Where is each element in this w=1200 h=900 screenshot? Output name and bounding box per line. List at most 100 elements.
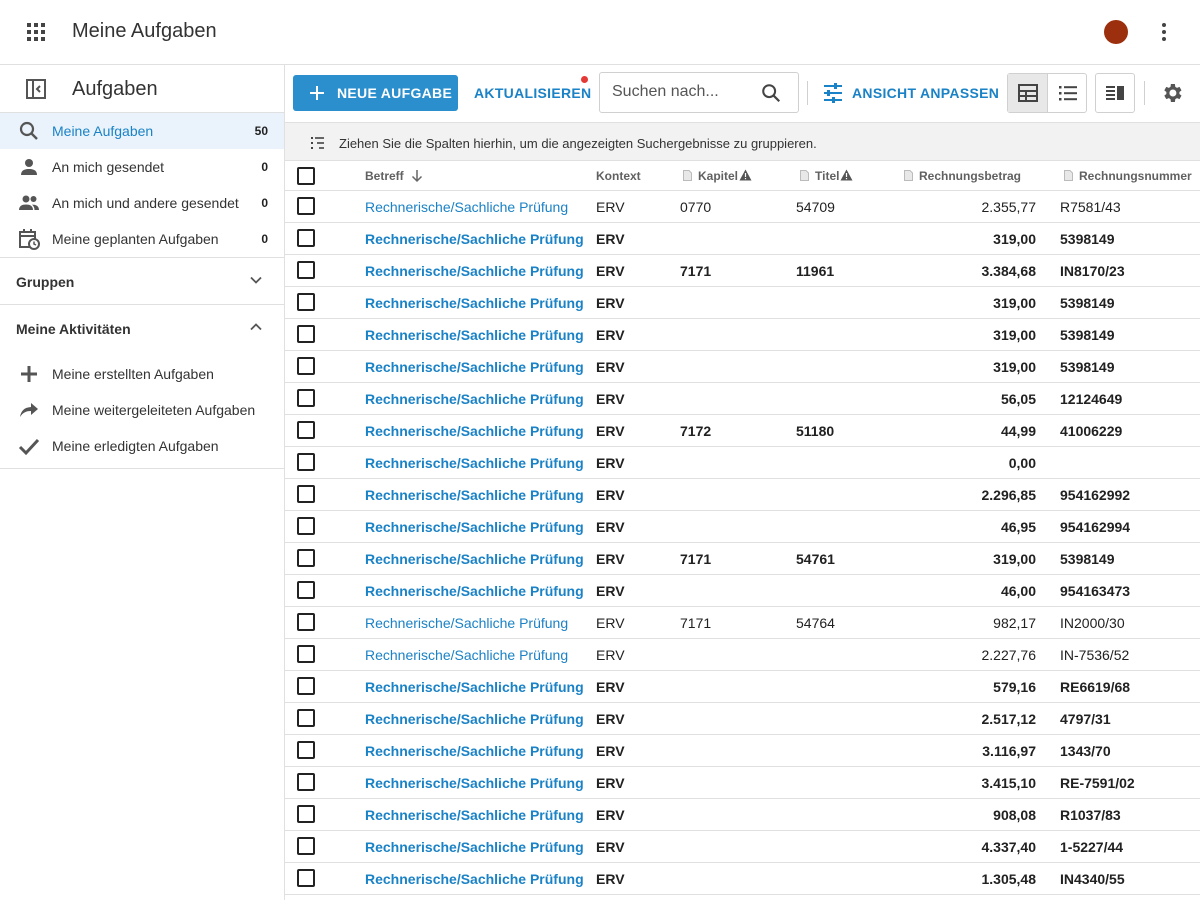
table-row[interactable]: Rechnerische/Sachliche Prüfung ERV 319,00 5…: [285, 287, 1200, 319]
sidebar-item-erstellte-aufgaben[interactable]: Meine erstellten Aufgaben: [0, 356, 284, 392]
table-row[interactable]: Rechnerische/Sachliche Prüfung ERV 319,00 5…: [285, 223, 1200, 255]
column-header-betreff[interactable]: Betreff: [365, 169, 424, 183]
row-checkbox[interactable]: [297, 325, 315, 343]
row-checkbox[interactable]: [297, 869, 315, 887]
column-header-rechnungsnummer[interactable]: Rechnungsnummer: [1064, 169, 1192, 183]
cell-betreff[interactable]: Rechnerische/Sachliche Prüfung: [365, 231, 584, 247]
sidebar-item-weitergeleitete-aufgaben[interactable]: Meine weitergeleiteten Aufgaben: [0, 392, 284, 428]
table-row[interactable]: Rechnerische/Sachliche Prüfung ERV 7171 547…: [285, 607, 1200, 639]
row-checkbox[interactable]: [297, 837, 315, 855]
sidebar-collapse-icon[interactable]: [24, 77, 48, 101]
more-vert-icon[interactable]: [1152, 20, 1176, 44]
cell-betreff[interactable]: Rechnerische/Sachliche Prüfung: [365, 807, 584, 823]
cell-rechnungsnummer: 954162994: [1060, 519, 1131, 535]
reading-pane-button[interactable]: [1095, 73, 1135, 113]
table-row[interactable]: Rechnerische/Sachliche Prüfung ERV 3.116,9…: [285, 735, 1200, 767]
avatar[interactable]: [1104, 20, 1128, 44]
cell-rechnungsnummer: 5398149: [1060, 295, 1115, 311]
list-view-button[interactable]: [1048, 74, 1087, 112]
sidebar-item-geplante-aufgaben[interactable]: Meine geplanten Aufgaben 0: [0, 221, 284, 257]
activities-section-toggle[interactable]: Meine Aktivitäten: [0, 305, 284, 352]
cell-betreff[interactable]: Rechnerische/Sachliche Prüfung: [365, 359, 584, 375]
refresh-button[interactable]: AKTUALISIEREN: [474, 85, 591, 101]
cell-betreff[interactable]: Rechnerische/Sachliche Prüfung: [365, 711, 584, 727]
group-by-dropzone[interactable]: Ziehen Sie die Spalten hierhin, um die a…: [285, 122, 1200, 161]
cell-betreff[interactable]: Rechnerische/Sachliche Prüfung: [365, 679, 584, 695]
table-row[interactable]: Rechnerische/Sachliche Prüfung ERV 7171 547…: [285, 543, 1200, 575]
row-checkbox[interactable]: [297, 485, 315, 503]
table-row[interactable]: Rechnerische/Sachliche Prüfung ERV 1.305,4…: [285, 863, 1200, 895]
cell-betreff[interactable]: Rechnerische/Sachliche Prüfung: [365, 295, 584, 311]
table-row[interactable]: Rechnerische/Sachliche Prüfung ERV 7172 511…: [285, 415, 1200, 447]
row-checkbox[interactable]: [297, 741, 315, 759]
search-icon[interactable]: [760, 82, 782, 104]
sidebar-item-meine-aufgaben[interactable]: Meine Aufgaben 50: [0, 113, 284, 149]
cell-betreff[interactable]: Rechnerische/Sachliche Prüfung: [365, 871, 584, 887]
table-row[interactable]: Rechnerische/Sachliche Prüfung ERV 319,00 5…: [285, 351, 1200, 383]
cell-betreff[interactable]: Rechnerische/Sachliche Prüfung: [365, 391, 584, 407]
row-checkbox[interactable]: [297, 357, 315, 375]
row-checkbox[interactable]: [297, 293, 315, 311]
cell-betreff[interactable]: Rechnerische/Sachliche Prüfung: [365, 423, 584, 439]
cell-betreff[interactable]: Rechnerische/Sachliche Prüfung: [365, 327, 584, 343]
table-row[interactable]: Rechnerische/Sachliche Prüfung ERV 0770 547…: [285, 191, 1200, 223]
table-row[interactable]: Rechnerische/Sachliche Prüfung ERV 3.415,1…: [285, 767, 1200, 799]
cell-kontext: ERV: [596, 327, 625, 343]
cell-betreff[interactable]: Rechnerische/Sachliche Prüfung: [365, 263, 584, 279]
cell-betreff[interactable]: Rechnerische/Sachliche Prüfung: [365, 583, 584, 599]
row-checkbox[interactable]: [297, 229, 315, 247]
row-checkbox[interactable]: [297, 709, 315, 727]
column-header-rechnungsbetrag[interactable]: Rechnungsbetrag: [904, 169, 1021, 183]
row-checkbox[interactable]: [297, 517, 315, 535]
row-checkbox[interactable]: [297, 613, 315, 631]
table-row[interactable]: Rechnerische/Sachliche Prüfung ERV 7171 119…: [285, 255, 1200, 287]
row-checkbox[interactable]: [297, 773, 315, 791]
table-row[interactable]: Rechnerische/Sachliche Prüfung ERV 56,05 12…: [285, 383, 1200, 415]
row-checkbox[interactable]: [297, 677, 315, 695]
table-row[interactable]: Rechnerische/Sachliche Prüfung ERV 4.337,4…: [285, 831, 1200, 863]
apps-grid-icon[interactable]: [26, 22, 46, 42]
table-row[interactable]: Rechnerische/Sachliche Prüfung ERV 2.227,7…: [285, 639, 1200, 671]
row-checkbox[interactable]: [297, 421, 315, 439]
column-header-titel[interactable]: Titel: [800, 169, 853, 183]
table-row[interactable]: Rechnerische/Sachliche Prüfung ERV 2.296,8…: [285, 479, 1200, 511]
row-checkbox[interactable]: [297, 581, 315, 599]
cell-rechnungsnummer: 1-5227/44: [1060, 839, 1124, 855]
cell-betreff[interactable]: Rechnerische/Sachliche Prüfung: [365, 743, 584, 759]
column-header-kapitel[interactable]: Kapitel: [683, 169, 752, 183]
select-all-checkbox[interactable]: [297, 167, 315, 185]
table-row[interactable]: Rechnerische/Sachliche Prüfung ERV 46,95 95…: [285, 511, 1200, 543]
table-row[interactable]: Rechnerische/Sachliche Prüfung ERV 908,08 R…: [285, 799, 1200, 831]
cell-betreff[interactable]: Rechnerische/Sachliche Prüfung: [365, 647, 568, 663]
row-checkbox[interactable]: [297, 389, 315, 407]
table-row[interactable]: Rechnerische/Sachliche Prüfung ERV 319,00 5…: [285, 319, 1200, 351]
cell-betreff[interactable]: Rechnerische/Sachliche Prüfung: [365, 519, 584, 535]
search-input[interactable]: [612, 83, 752, 101]
table-row[interactable]: Rechnerische/Sachliche Prüfung ERV 579,16 R…: [285, 671, 1200, 703]
table-row[interactable]: Rechnerische/Sachliche Prüfung ERV 0,00: [285, 447, 1200, 479]
cell-betreff[interactable]: Rechnerische/Sachliche Prüfung: [365, 487, 584, 503]
sidebar-item-erledigte-aufgaben[interactable]: Meine erledigten Aufgaben: [0, 428, 284, 464]
row-checkbox[interactable]: [297, 805, 315, 823]
cell-betreff[interactable]: Rechnerische/Sachliche Prüfung: [365, 199, 568, 215]
sidebar-item-an-mich-und-andere[interactable]: An mich und andere gesendet 0: [0, 185, 284, 221]
row-checkbox[interactable]: [297, 261, 315, 279]
cell-betreff[interactable]: Rechnerische/Sachliche Prüfung: [365, 455, 584, 471]
groups-section-toggle[interactable]: Gruppen: [0, 258, 284, 305]
settings-gear-icon[interactable]: [1160, 81, 1184, 105]
cell-rechnungsnummer: RE-7591/02: [1060, 775, 1135, 791]
cell-betreff[interactable]: Rechnerische/Sachliche Prüfung: [365, 551, 584, 567]
new-task-button[interactable]: NEUE AUFGABE: [293, 75, 458, 111]
row-checkbox[interactable]: [297, 197, 315, 215]
cell-betreff[interactable]: Rechnerische/Sachliche Prüfung: [365, 615, 568, 631]
row-checkbox[interactable]: [297, 549, 315, 567]
row-checkbox[interactable]: [297, 453, 315, 471]
sidebar-item-an-mich-gesendet[interactable]: An mich gesendet 0: [0, 149, 284, 185]
cell-betreff[interactable]: Rechnerische/Sachliche Prüfung: [365, 775, 584, 791]
table-row[interactable]: Rechnerische/Sachliche Prüfung ERV 2.517,1…: [285, 703, 1200, 735]
table-row[interactable]: Rechnerische/Sachliche Prüfung ERV 46,00 95…: [285, 575, 1200, 607]
row-checkbox[interactable]: [297, 645, 315, 663]
table-view-button[interactable]: [1008, 74, 1048, 112]
column-header-kontext[interactable]: Kontext: [596, 169, 641, 183]
cell-betreff[interactable]: Rechnerische/Sachliche Prüfung: [365, 839, 584, 855]
